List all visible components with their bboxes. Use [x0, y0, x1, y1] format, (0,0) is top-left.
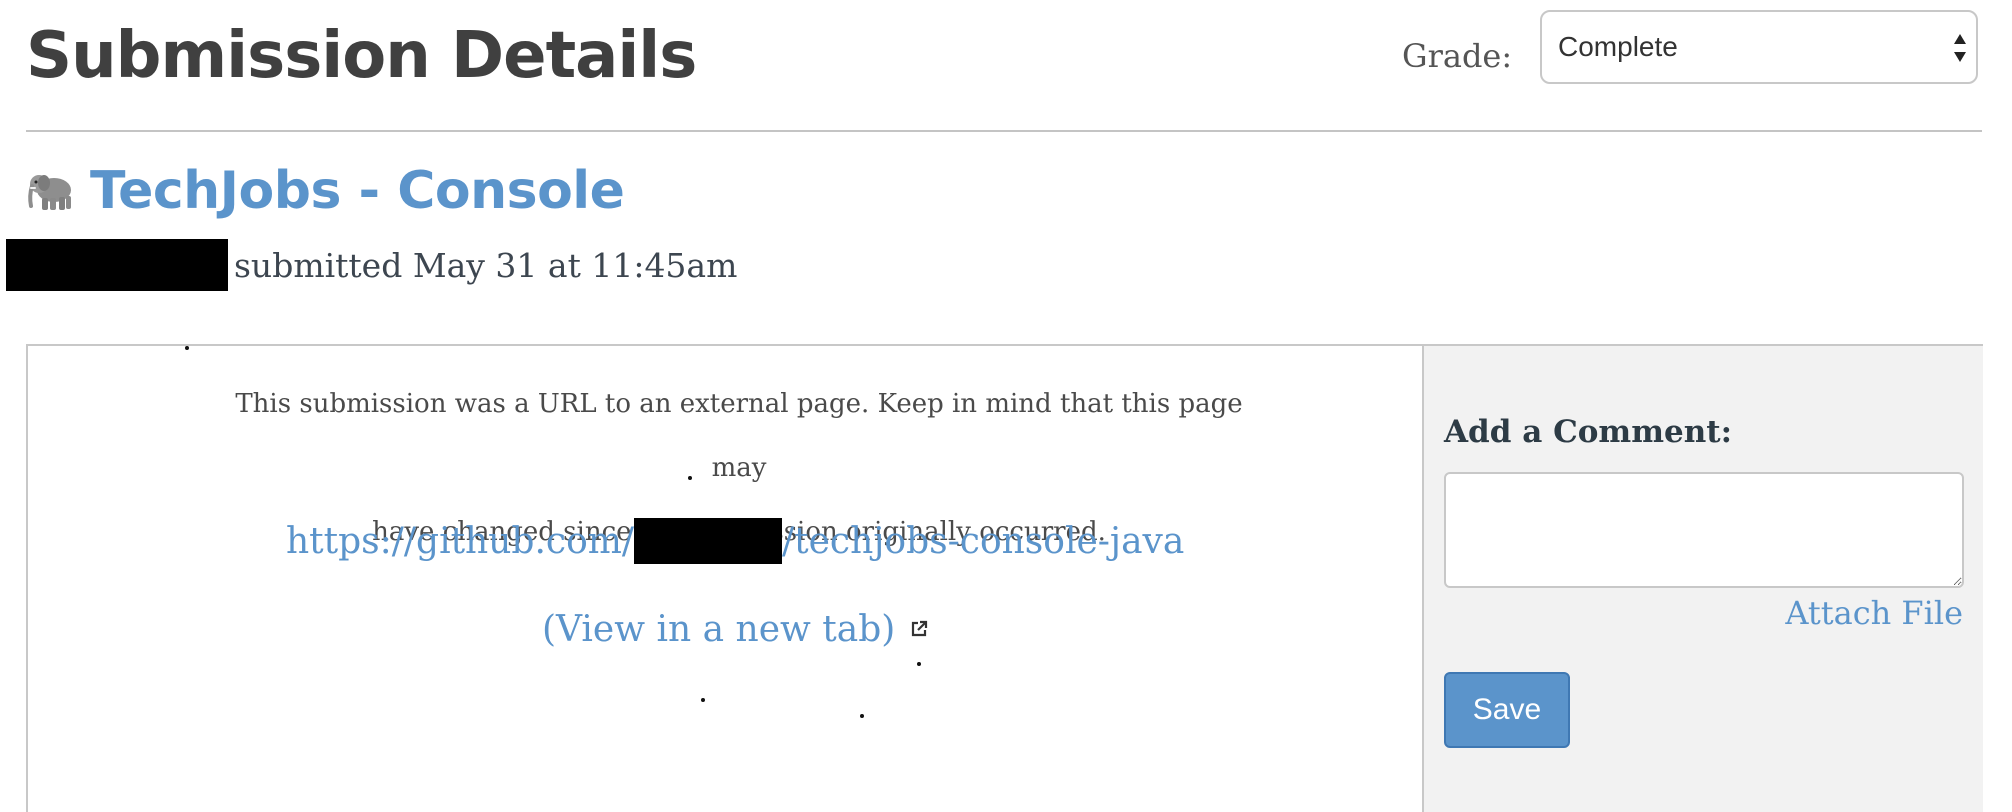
speck: [917, 662, 921, 666]
assignment-header: TechJobs - Console: [26, 156, 625, 226]
attach-file-link[interactable]: Attach File: [1785, 594, 1963, 632]
external-link-icon: [912, 620, 928, 637]
speck: [860, 714, 864, 718]
submitted-timestamp: submitted May 31 at 11:45am: [234, 245, 738, 285]
grade-label: Grade:: [1402, 37, 1513, 75]
comment-input[interactable]: [1444, 472, 1964, 588]
notice-line-1: This submission was a URL to an external…: [235, 389, 1243, 483]
elephant-icon: [28, 175, 71, 210]
submission-preview: This submission was a URL to an external…: [28, 346, 1422, 812]
redacted-username: [634, 518, 783, 564]
select-arrows-icon: [1954, 34, 1966, 62]
speck: [185, 346, 189, 350]
url-suffix: /techjobs-console-java: [782, 520, 1185, 562]
header-divider: [26, 130, 1982, 132]
page-title: Submission Details: [26, 19, 697, 93]
speck: [701, 698, 705, 702]
url-prefix: https://github.com/: [286, 520, 635, 562]
comment-sidebar: Add a Comment: Attach File Save: [1422, 346, 1983, 812]
save-button[interactable]: Save: [1444, 672, 1570, 748]
submission-details-page: Submission Details Grade: Complete TechJ…: [0, 0, 2012, 812]
redacted-student-name: [6, 239, 228, 291]
assignment-title-link[interactable]: TechJobs - Console: [90, 161, 625, 221]
submitter-row: submitted May 31 at 11:45am: [6, 238, 737, 292]
submission-url-link[interactable]: https://github.com/ /techjobs-console-ja…: [286, 518, 1184, 564]
view-in-new-tab-label: (View in a new tab): [542, 608, 896, 650]
add-comment-label: Add a Comment:: [1444, 414, 1733, 450]
speck: [688, 476, 692, 480]
submission-panel: This submission was a URL to an external…: [26, 344, 1983, 812]
grade-select[interactable]: Complete: [1540, 10, 1978, 84]
view-in-new-tab-link[interactable]: (View in a new tab): [542, 606, 929, 652]
grade-select-value: Complete: [1558, 31, 1678, 62]
